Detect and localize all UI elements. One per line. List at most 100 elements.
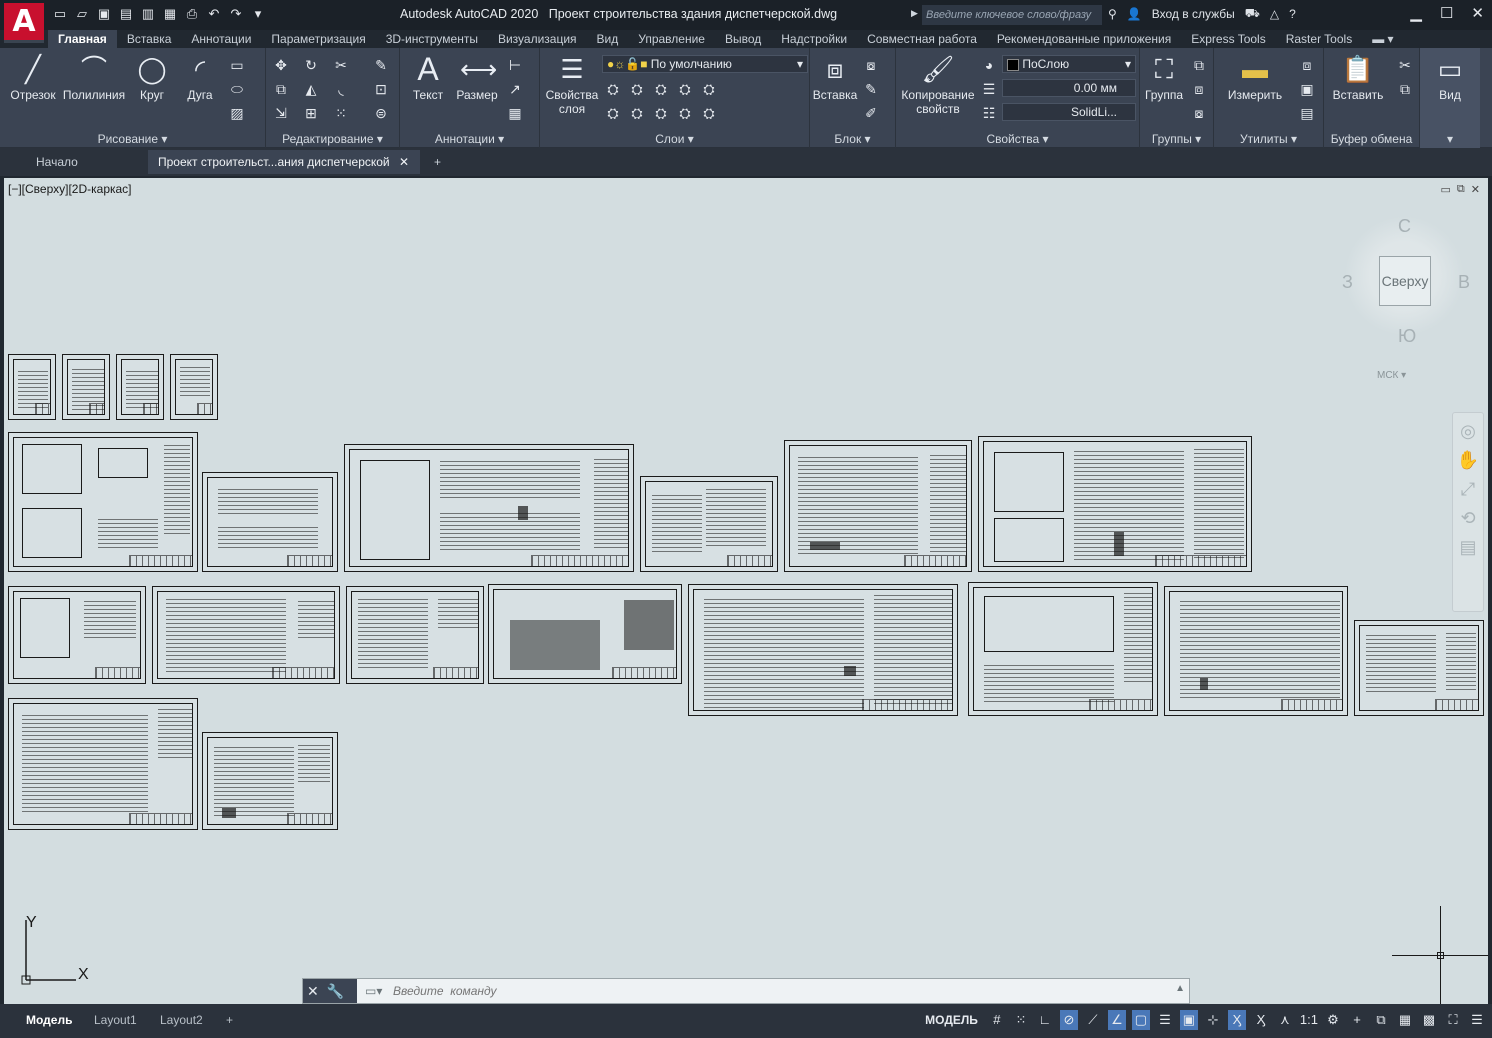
print-icon[interactable]: ⎙ [184, 6, 200, 22]
panel-annotation-title[interactable]: Аннотации ▾ [400, 132, 539, 146]
linetype-icon[interactable]: ☷ [980, 104, 998, 122]
viewcube-top-face[interactable]: Сверху [1379, 256, 1431, 306]
clean-screen-icon[interactable]: ⛶ [1444, 1010, 1462, 1030]
select-all-icon[interactable]: ▣ [1298, 80, 1316, 98]
close-tab-icon[interactable]: ✕ [399, 155, 409, 169]
layer-thaw-icon[interactable]: ⛭ [676, 104, 694, 122]
layer-isolate-icon[interactable]: ⛭ [628, 80, 646, 98]
steering-wheel-icon[interactable]: ◎ [1453, 421, 1483, 442]
vp-minimize-icon[interactable]: ▭ [1441, 183, 1451, 196]
panel-layers-title[interactable]: Слои ▾ [540, 132, 809, 146]
cart-icon[interactable]: ⛟ [1245, 6, 1260, 22]
web-mobile-icon[interactable]: ▥ [140, 6, 156, 22]
table-icon[interactable]: ▦ [506, 104, 524, 122]
tab-output[interactable]: Вывод [715, 30, 771, 48]
save-icon[interactable]: ▣ [96, 6, 112, 22]
model-space-button[interactable]: МОДЕЛЬ [921, 1010, 982, 1030]
tab-view[interactable]: Вид [587, 30, 629, 48]
tab-raster-tools[interactable]: Raster Tools [1276, 30, 1362, 48]
color-dropdown[interactable]: ПоСлою ▾ [1002, 55, 1136, 73]
tab-express-tools[interactable]: Express Tools [1181, 30, 1275, 48]
tab-insert[interactable]: Вставка [117, 30, 182, 48]
color-wheel-icon[interactable]: ◕ [980, 56, 998, 74]
lineweight-icon[interactable]: ☰ [980, 80, 998, 98]
annotation-monitor-icon[interactable]: + [1348, 1010, 1366, 1030]
ellipse-icon[interactable]: ⬭ [228, 80, 246, 98]
open-icon[interactable]: ▱ [74, 6, 90, 22]
panel-draw-title[interactable]: Рисование ▾ [0, 132, 265, 146]
layer-walk-icon[interactable]: ⛭ [628, 104, 646, 122]
erase-icon[interactable]: ✎ [372, 56, 390, 74]
leader-icon[interactable]: ↗ [506, 80, 524, 98]
viewcube-north[interactable]: С [1398, 216, 1411, 237]
annotation-visibility-icon[interactable]: Ӽ [1227, 1010, 1246, 1030]
tab-visualize[interactable]: Визуализация [488, 30, 587, 48]
cut-icon[interactable]: ✂ [1396, 56, 1414, 74]
lineweight-display-icon[interactable]: ☰ [1156, 1010, 1174, 1030]
grid-icon[interactable]: # [988, 1010, 1006, 1030]
viewcube[interactable]: Сверху С Ю З В [1342, 216, 1470, 346]
command-history-icon[interactable]: ▲ [1175, 983, 1185, 994]
viewcube-west[interactable]: З [1342, 272, 1353, 293]
edit-attributes-icon[interactable]: ✐ [862, 104, 880, 122]
measure-button[interactable]: ▬ Измерить [1218, 52, 1292, 102]
new-icon[interactable]: ▭ [52, 6, 68, 22]
panel-view-expand-icon[interactable]: ▾ [1420, 132, 1480, 146]
scale-dropdown[interactable]: 1:1 [1300, 1010, 1318, 1030]
trim-icon[interactable]: ✂ [332, 56, 350, 74]
tab-active-drawing[interactable]: Проект строительст...ания диспетчерской … [148, 150, 420, 174]
add-layout-button[interactable]: + [218, 1010, 241, 1030]
copy-icon[interactable]: ⧉ [272, 80, 290, 98]
vp-restore-icon[interactable]: ⧉ [1457, 183, 1465, 196]
snap-icon[interactable]: ⁙ [1012, 1010, 1030, 1030]
insert-block-button[interactable]: ⧈ Вставка [812, 52, 858, 102]
scale-icon[interactable]: ⊞ [302, 104, 320, 122]
object-snap-icon[interactable]: ▢ [1131, 1010, 1150, 1030]
tab-home[interactable]: Главная [48, 30, 117, 48]
match-properties-button[interactable]: 🖌 Копирование свойств [900, 52, 976, 116]
rectangle-icon[interactable]: ▭ [228, 56, 246, 74]
stretch-icon[interactable]: ⇲ [272, 104, 290, 122]
undo-icon[interactable]: ↶ [206, 6, 222, 22]
fillet-icon[interactable]: ◟ [332, 80, 350, 98]
copy-clip-icon[interactable]: ⧉ [1396, 80, 1414, 98]
view-button[interactable]: ▭ Вид [1424, 52, 1476, 102]
tab-collaborate[interactable]: Совместная работа [857, 30, 987, 48]
hatch-icon[interactable]: ▨ [228, 104, 246, 122]
tab-annotate[interactable]: Аннотации [181, 30, 261, 48]
layer-lock-icon[interactable]: ⛭ [676, 80, 694, 98]
paste-button[interactable]: 📋 Вставить [1328, 52, 1388, 102]
panel-properties-title[interactable]: Свойства ▾ [896, 132, 1139, 146]
tab-featured-apps[interactable]: Рекомендованные приложения [987, 30, 1181, 48]
panel-groups-title[interactable]: Группы ▾ [1140, 132, 1213, 146]
layer-properties-button[interactable]: ☰ Свойства слоя [542, 52, 602, 116]
explode-icon[interactable]: ⊡ [372, 80, 390, 98]
polar-icon[interactable]: ⊘ [1059, 1010, 1078, 1030]
lineweight-dropdown[interactable]: 0.00 мм [1002, 79, 1136, 97]
zoom-extents-icon[interactable]: ⤢ [1453, 479, 1483, 500]
command-input[interactable] [363, 979, 1175, 1003]
drawing-area[interactable]: [−][Сверху][2D-каркас] ▭ ⧉ ✕ Сверху С Ю … [4, 178, 1488, 1008]
maximize-icon[interactable]: ☐ [1440, 4, 1453, 22]
minimize-icon[interactable]: ▁ [1410, 4, 1422, 22]
save-as-icon[interactable]: ▤ [118, 6, 134, 22]
offset-icon[interactable]: ⊜ [372, 104, 390, 122]
layer-dropdown[interactable]: ●☼🔓■ По умолчанию ▾ [602, 55, 808, 73]
layer-freeze-icon[interactable]: ⛭ [652, 80, 670, 98]
close-icon[interactable]: ✕ [1471, 4, 1484, 22]
app-menu-button[interactable]: A [4, 3, 44, 43]
tab-start[interactable]: Начало [26, 150, 88, 174]
showmotion-icon[interactable]: ▤ [1453, 537, 1483, 558]
viewcube-east[interactable]: В [1458, 272, 1470, 293]
layer-unlock-icon[interactable]: ⛭ [700, 104, 718, 122]
search-expand-icon[interactable]: ▶ [911, 8, 918, 19]
auto-scale-icon[interactable]: Ӽ [1252, 1010, 1270, 1030]
viewport-controls[interactable]: [−][Сверху][2D-каркас] [8, 182, 132, 196]
isolate-objects-icon[interactable]: ▩ [1420, 1010, 1438, 1030]
move-icon[interactable]: ✥ [272, 56, 290, 74]
isodraft-icon[interactable]: ⟋ [1084, 1010, 1102, 1030]
panel-utilities-title[interactable]: Утилиты ▾ [1214, 132, 1323, 146]
quick-select-icon[interactable]: ⧈ [1298, 56, 1316, 74]
user-icon[interactable]: 👤 [1127, 7, 1142, 21]
quick-properties-icon[interactable]: ▦ [1396, 1010, 1414, 1030]
